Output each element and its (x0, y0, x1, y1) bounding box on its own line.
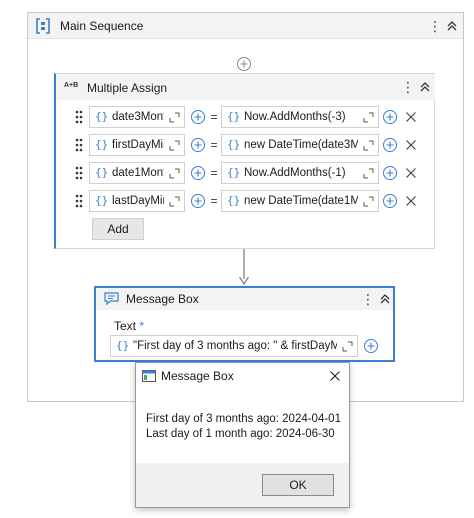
value-plus-icon[interactable] (382, 137, 398, 153)
value-plus-icon[interactable] (382, 193, 398, 209)
equals-sign: = (210, 138, 218, 152)
equals-sign: = (210, 166, 218, 180)
message-plus-icon[interactable] (363, 338, 379, 354)
assign-target-field[interactable]: {} date1Mont (89, 162, 185, 184)
expand-editor-icon[interactable] (363, 112, 374, 123)
delete-row-icon[interactable] (405, 111, 417, 123)
dialog-message-line-2: Last day of 1 month ago: 2024-06-30 (146, 428, 335, 440)
expression-brace-icon: {} (95, 166, 109, 179)
message-box-dialog: Message Box First day of 3 months ago: 2… (135, 362, 350, 508)
assign-target-field[interactable]: {} firstDayMir (89, 134, 185, 156)
multiple-assign-header[interactable]: A+B Multiple Assign ⋮ (56, 74, 435, 100)
assign-target-text: date1Mont (112, 167, 164, 179)
expand-editor-icon[interactable] (342, 341, 353, 352)
text-label: Text (114, 319, 137, 333)
message-icon (104, 292, 119, 305)
drag-handle-icon[interactable] (75, 166, 83, 180)
value-plus-icon[interactable] (382, 165, 398, 181)
assign-value-text: Now.AddMonths(-3) (244, 111, 346, 123)
message-box-header[interactable]: Message Box ⋮ (96, 288, 393, 310)
assign-value-field[interactable]: {} new DateTime(date1Mc (221, 190, 379, 212)
message-text-field[interactable]: {} "First day of 3 months ago: " & first… (110, 335, 358, 357)
delete-row-icon[interactable] (405, 139, 417, 151)
add-assign-button[interactable]: Add (92, 218, 144, 240)
collapse-chevron-icon[interactable] (418, 80, 432, 94)
sequence-icon (36, 18, 50, 34)
target-plus-icon[interactable] (190, 165, 206, 181)
message-box-activity[interactable]: Message Box ⋮ Text * {} "First day of 3 … (94, 286, 395, 362)
assign-value-text: Now.AddMonths(-1) (244, 167, 346, 179)
expression-brace-icon: {} (95, 138, 109, 151)
dialog-body: First day of 3 months ago: 2024-04-01 La… (136, 389, 349, 463)
expression-brace-icon: {} (116, 339, 130, 352)
multiple-assign-menu-icon[interactable]: ⋮ (401, 79, 415, 95)
value-plus-icon[interactable] (382, 109, 398, 125)
expand-editor-icon[interactable] (169, 140, 180, 151)
assign-target-text: date3Mont (112, 111, 164, 123)
expression-brace-icon: {} (227, 166, 241, 179)
text-property-label: Text * (114, 319, 144, 333)
main-sequence-title: Main Sequence (60, 19, 144, 33)
assign-target-field[interactable]: {} date3Mont (89, 106, 185, 128)
target-plus-icon[interactable] (190, 193, 206, 209)
delete-row-icon[interactable] (405, 195, 417, 207)
message-text-value: "First day of 3 months ago: " & firstDay… (133, 340, 337, 352)
add-activity-icon[interactable] (236, 56, 252, 72)
collapse-chevron-icon[interactable] (378, 292, 392, 306)
assign-value-text: new DateTime(date1Mc (244, 195, 358, 207)
expand-editor-icon[interactable] (363, 168, 374, 179)
dialog-message-line-1: First day of 3 months ago: 2024-04-01 (146, 413, 341, 425)
multiple-assign-title: Multiple Assign (87, 81, 168, 95)
ok-button[interactable]: OK (262, 474, 334, 496)
expression-brace-icon: {} (227, 194, 241, 207)
message-box-menu-icon[interactable]: ⋮ (361, 291, 375, 307)
drag-handle-icon[interactable] (75, 110, 83, 124)
main-sequence-header[interactable]: Main Sequence ⋮ (28, 13, 463, 39)
expand-editor-icon[interactable] (169, 196, 180, 207)
flow-arrow-icon (238, 249, 250, 286)
window-icon (142, 370, 156, 382)
assign-value-field[interactable]: {} Now.AddMonths(-3) (221, 106, 379, 128)
expand-editor-icon[interactable] (169, 112, 180, 123)
target-plus-icon[interactable] (190, 109, 206, 125)
collapse-chevron-icon[interactable] (445, 19, 459, 33)
dialog-title: Message Box (161, 369, 234, 383)
close-icon[interactable] (329, 370, 341, 382)
assign-value-field[interactable]: {} new DateTime(date3Mc (221, 134, 379, 156)
required-mark: * (139, 319, 145, 333)
main-sequence-menu-icon[interactable]: ⋮ (428, 18, 442, 34)
assign-target-text: lastDayMir (112, 195, 164, 207)
equals-sign: = (210, 194, 218, 208)
assign-value-text: new DateTime(date3Mc (244, 139, 358, 151)
dialog-title-bar[interactable]: Message Box (136, 363, 349, 389)
expression-brace-icon: {} (95, 110, 109, 123)
expression-brace-icon: {} (227, 110, 241, 123)
expression-brace-icon: {} (95, 194, 109, 207)
assign-target-field[interactable]: {} lastDayMir (89, 190, 185, 212)
delete-row-icon[interactable] (405, 167, 417, 179)
assign-badge-icon: A+B (64, 82, 79, 89)
equals-sign: = (210, 110, 218, 124)
assign-value-field[interactable]: {} Now.AddMonths(-1) (221, 162, 379, 184)
drag-handle-icon[interactable] (75, 194, 83, 208)
expression-brace-icon: {} (227, 138, 241, 151)
target-plus-icon[interactable] (190, 137, 206, 153)
assign-target-text: firstDayMir (112, 139, 164, 151)
expand-editor-icon[interactable] (363, 196, 374, 207)
expand-editor-icon[interactable] (363, 140, 374, 151)
expand-editor-icon[interactable] (169, 168, 180, 179)
drag-handle-icon[interactable] (75, 138, 83, 152)
message-box-title: Message Box (126, 292, 199, 306)
